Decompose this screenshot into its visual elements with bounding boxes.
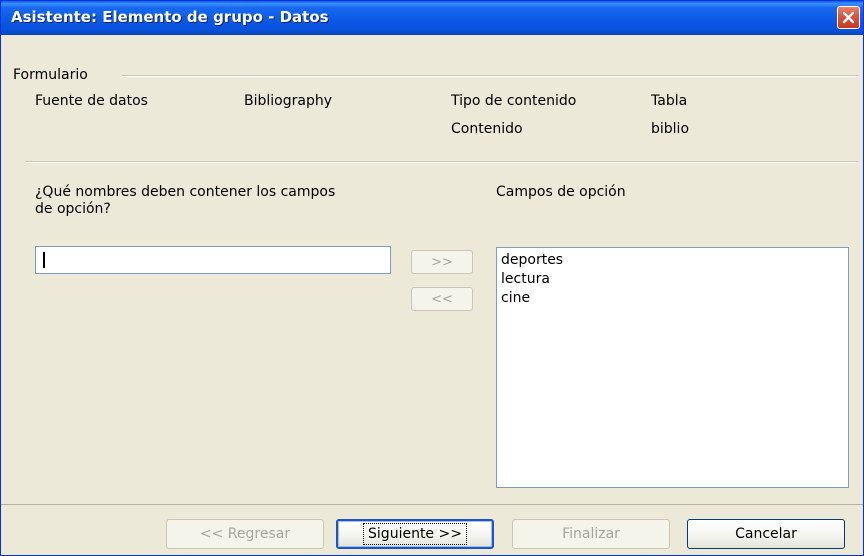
option-fields-label: Campos de opción <box>496 184 626 200</box>
option-fields-list[interactable]: deportes lectura cine <box>496 247 849 488</box>
wizard-dialog: Asistente: Elemento de grupo - Datos For… <box>0 0 864 556</box>
next-button-label: Siguiente >> <box>363 523 467 545</box>
next-button[interactable]: Siguiente >> <box>336 519 494 549</box>
close-button[interactable] <box>837 6 860 29</box>
dialog-content: Formulario Fuente de datos Bibliography … <box>1 35 863 555</box>
data-source-label: Fuente de datos <box>35 93 148 109</box>
content-label: Contenido <box>451 121 523 137</box>
content-type-label: Tipo de contenido <box>451 93 577 109</box>
finish-button[interactable]: Finalizar <box>512 519 670 549</box>
add-field-button[interactable]: >> <box>411 250 473 274</box>
list-item[interactable]: deportes <box>501 251 844 270</box>
names-question-line2: de opción? <box>35 201 111 217</box>
cancel-button[interactable]: Cancelar <box>687 519 845 549</box>
remove-field-button[interactable]: << <box>411 287 473 311</box>
form-group-separator <box>121 75 859 77</box>
window-title: Asistente: Elemento de grupo - Datos <box>11 8 329 26</box>
content-type-value: Tabla <box>651 93 688 109</box>
form-group-label: Formulario <box>13 67 88 83</box>
button-bar: << Regresar Siguiente >> Finalizar Cance… <box>1 504 863 555</box>
text-cursor <box>43 252 45 268</box>
names-question-line1: ¿Qué nombres deben contener los campos <box>35 184 336 200</box>
close-icon <box>842 11 855 24</box>
back-button[interactable]: << Regresar <box>166 519 324 549</box>
list-item[interactable]: cine <box>501 289 844 308</box>
data-source-value: Bibliography <box>244 93 332 109</box>
list-item[interactable]: lectura <box>501 270 844 289</box>
title-bar[interactable]: Asistente: Elemento de grupo - Datos <box>1 1 863 35</box>
option-name-input[interactable] <box>35 246 391 274</box>
section-separator <box>25 161 859 163</box>
content-value: biblio <box>651 121 690 137</box>
